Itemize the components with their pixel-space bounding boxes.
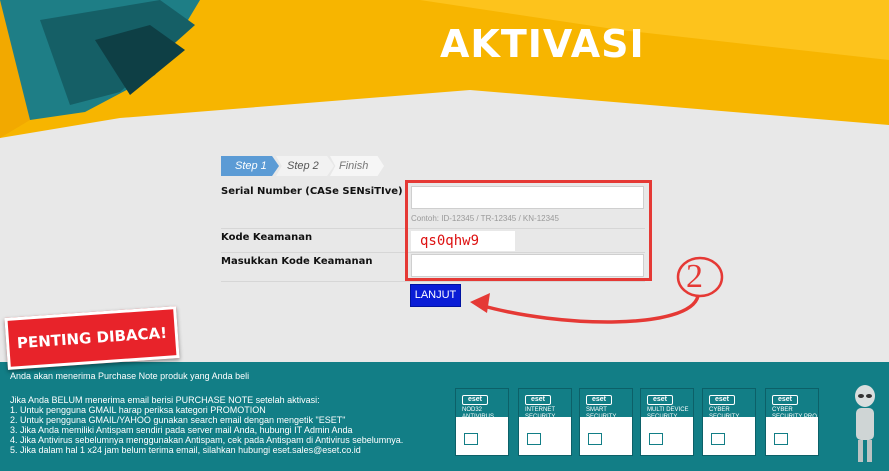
product-multi-device: eset MULTI DEVICE SECURITY: [640, 388, 694, 456]
device-icon: [464, 433, 478, 445]
device-icon: [649, 433, 663, 445]
footer-line: 5. Jika dalam hal 1 x24 jam belum terima…: [10, 445, 361, 455]
footer-line: 3. Jika Anda memiliki Antispam sendiri p…: [10, 425, 353, 435]
eset-logo-icon: eset: [709, 395, 735, 405]
footer-intro: Anda akan menerima Purchase Note produk …: [10, 371, 250, 381]
product-smart-security: eset SMART SECURITY: [579, 388, 633, 456]
android-mascot-icon: [855, 385, 875, 462]
device-icon: [774, 433, 788, 445]
device-icon: [588, 433, 602, 445]
device-icon: [711, 433, 725, 445]
eset-logo-icon: eset: [462, 395, 488, 405]
eset-logo-icon: eset: [525, 395, 551, 405]
product-nod32: eset NOD32 ANTIVIRUS: [455, 388, 509, 456]
footer-line: Jika Anda BELUM menerima email berisi PU…: [10, 395, 320, 405]
footer-line: 1. Untuk pengguna GMAIL harap periksa ka…: [10, 405, 266, 415]
product-cyber-security: eset CYBER SECURITY: [702, 388, 756, 456]
product-internet-security: eset INTERNET SECURITY: [518, 388, 572, 456]
eset-logo-icon: eset: [647, 395, 673, 405]
footer-line: 2. Untuk pengguna GMAIL/YAHOO gunakan se…: [10, 415, 346, 425]
annotation-number: 2: [686, 258, 703, 295]
device-icon: [527, 433, 541, 445]
footer-line: 4. Jika Antivirus sebelumnya menggunakan…: [10, 435, 404, 445]
eset-logo-icon: eset: [772, 395, 798, 405]
product-cyber-security-pro: eset CYBER SECURITY PRO: [765, 388, 819, 456]
eset-logo-icon: eset: [586, 395, 612, 405]
